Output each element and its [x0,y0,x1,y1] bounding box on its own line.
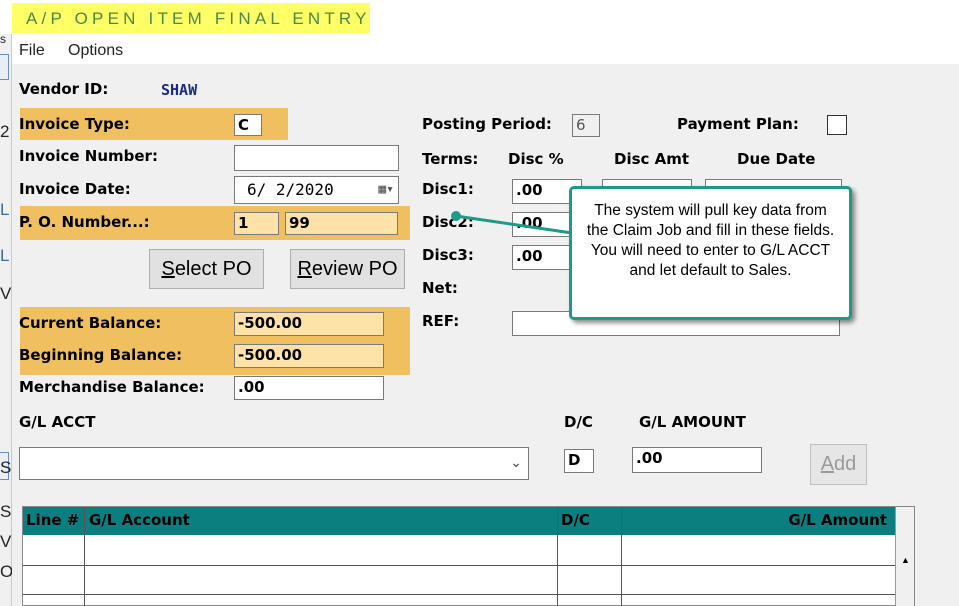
grid-column-divider [621,507,622,606]
invoice-date-label: Invoice Date: [19,180,131,198]
invoice-type-label: Invoice Type: [19,115,130,133]
title-bar: A/P OPEN ITEM FINAL ENTRY [12,3,370,33]
grid-header-dc[interactable]: D/C [561,511,590,529]
disc-pct-header: Disc % [508,150,564,168]
invoice-type-field[interactable]: C [234,114,262,136]
left-fragment: S [0,502,12,521]
net-label: Net: [422,279,458,297]
gl-acct-combo[interactable]: ⌄ [19,447,529,480]
chevron-down-icon[interactable]: ⌄ [510,454,522,471]
gl-grid: Line # G/L Account D/C G/L Amount ▲ [22,506,915,606]
invoice-number-label: Invoice Number: [19,147,158,165]
calendar-dropdown-icon[interactable]: ▦▾ [378,177,394,203]
menu-bar: File Options [12,38,959,64]
grid-header-gl-account[interactable]: G/L Account [89,511,190,529]
payment-plan-checkbox[interactable] [827,115,847,135]
vendor-id-label: Vendor ID: [19,80,109,98]
beginning-balance-label: Beginning Balance: [19,346,183,364]
menu-file[interactable]: File [19,42,45,60]
posting-period-field: 6 [572,114,600,137]
menu-options[interactable]: Options [68,42,123,60]
accelerator-key: S [161,258,175,280]
left-partial-button[interactable] [0,54,9,80]
current-balance-label: Current Balance: [19,314,162,332]
payment-plan-label: Payment Plan: [677,115,799,133]
grid-header-line[interactable]: Line # [26,511,79,529]
add-label: Add [820,453,857,475]
left-fragment: L [0,246,10,265]
vendor-id-value: SHAW [161,81,198,99]
review-po-label: Review PO [297,258,398,280]
disc1-label: Disc1: [422,180,474,198]
left-window-strip: s 2 L L V S S V O [0,32,13,606]
disc-amt-header: Disc Amt [614,150,690,168]
gl-acct-label: G/L ACCT [19,413,96,431]
add-button[interactable]: Add [810,444,867,485]
po-number-field-1[interactable]: 1 [234,212,279,235]
dc-field[interactable]: D [564,449,594,473]
grid-column-divider [84,507,85,606]
accelerator-key: R [297,258,312,280]
left-fragment: S [0,458,12,477]
accelerator-key: A [820,453,835,475]
select-po-button[interactable]: Select PO [149,249,264,289]
grid-header-gl-amount[interactable]: G/L Amount [788,511,887,529]
select-po-label: Select PO [161,258,252,280]
invoice-number-field[interactable] [234,145,399,171]
po-number-label: P. O. Number...: [19,213,150,231]
posting-period-label: Posting Period: [422,115,552,133]
po-number-field-2[interactable]: 99 [285,212,398,235]
terms-label: Terms: [422,150,479,168]
gl-amount-label: G/L AMOUNT [639,413,746,431]
review-po-button[interactable]: Review PO [290,249,405,289]
grid-row-divider [23,594,896,595]
merchandise-balance-label: Merchandise Balance: [19,378,205,396]
left-fragment: 2 [0,122,10,141]
grid-row-divider [23,565,896,566]
left-fragment: L [0,200,10,219]
grid-scrollbar[interactable]: ▲ [895,507,914,606]
window-title: A/P OPEN ITEM FINAL ENTRY [26,9,371,28]
scroll-up-icon[interactable]: ▲ [901,555,910,565]
gl-amount-field[interactable]: .00 [632,447,762,473]
due-date-header: Due Date [737,150,816,168]
left-fragment: V [0,284,12,303]
ref-label: REF: [422,312,460,330]
left-fragment: V [0,532,12,551]
disc3-label: Disc3: [422,246,474,264]
disc2-label: Disc2: [422,213,474,231]
merchandise-balance-field: .00 [234,376,384,400]
grid-header: Line # G/L Account D/C G/L Amount [23,507,896,535]
entry-form: Vendor ID: SHAW Invoice Type: C Invoice … [12,64,959,606]
dc-label: D/C [564,413,593,431]
invoice-date-field[interactable]: 6/ 2/2020 ▦▾ [234,176,399,204]
current-balance-field: -500.00 [234,312,384,336]
beginning-balance-field: -500.00 [234,344,384,368]
annotation-callout: The system will pull key data from the C… [569,186,852,320]
grid-column-divider [557,507,558,606]
invoice-date-value: 6/ 2/2020 [247,180,334,199]
left-fragment: s [0,32,6,46]
